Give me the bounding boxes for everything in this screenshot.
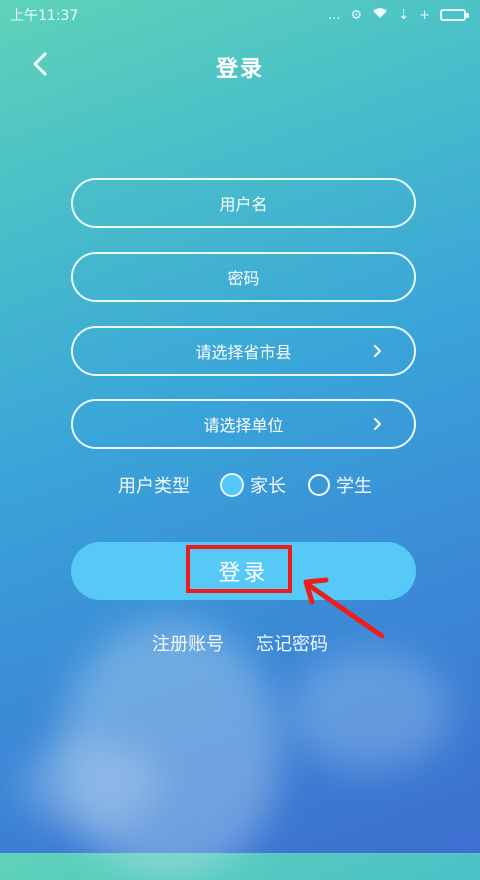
password-placeholder: 密码 — [227, 269, 260, 288]
user-type-label: 用户类型 — [118, 476, 190, 497]
header: 登录 — [0, 42, 480, 92]
radio-parent-label[interactable]: 家长 — [250, 472, 286, 498]
battery-icon — [440, 9, 469, 21]
unit-placeholder: 请选择单位 — [203, 416, 284, 435]
charging-icon: + — [419, 7, 430, 23]
chevron-right-icon — [374, 345, 381, 357]
password-input[interactable]: 密码 — [71, 252, 416, 302]
more-icon: ... — [328, 7, 341, 23]
username-placeholder: 用户名 — [219, 195, 268, 214]
chevron-right-icon — [374, 418, 381, 430]
background-decoration — [20, 740, 160, 830]
bottom-links: 注册账号 忘记密码 — [0, 628, 480, 658]
back-button[interactable] — [28, 50, 52, 78]
radio-parent[interactable] — [220, 473, 244, 497]
region-select[interactable]: 请选择省市县 — [71, 326, 416, 376]
region-placeholder: 请选择省市县 — [195, 343, 292, 362]
page-title: 登录 — [215, 57, 264, 82]
radio-student-label[interactable]: 学生 — [336, 472, 372, 498]
alarm-icon: ⚙ — [350, 7, 363, 23]
background-decoration — [60, 620, 280, 880]
back-chevron-icon — [33, 52, 47, 76]
status-bar: 上午11:37 ... ⚙ ⇣ + — [0, 0, 480, 30]
status-icons: ... ⚙ ⇣ + — [328, 7, 469, 23]
wifi-icon — [372, 7, 388, 23]
forgot-password-link[interactable]: 忘记密码 — [254, 628, 330, 658]
user-type-group: 用户类型 家长 学生 — [118, 470, 372, 500]
background-decoration — [290, 650, 450, 770]
register-link[interactable]: 注册账号 — [150, 628, 226, 658]
username-input[interactable]: 用户名 — [71, 178, 416, 228]
unit-select[interactable]: 请选择单位 — [71, 399, 416, 449]
signal-icon: ⇣ — [398, 7, 410, 23]
status-time: 上午11:37 — [10, 8, 79, 24]
login-button-label: 登录 — [218, 561, 269, 586]
radio-student[interactable] — [308, 474, 330, 496]
